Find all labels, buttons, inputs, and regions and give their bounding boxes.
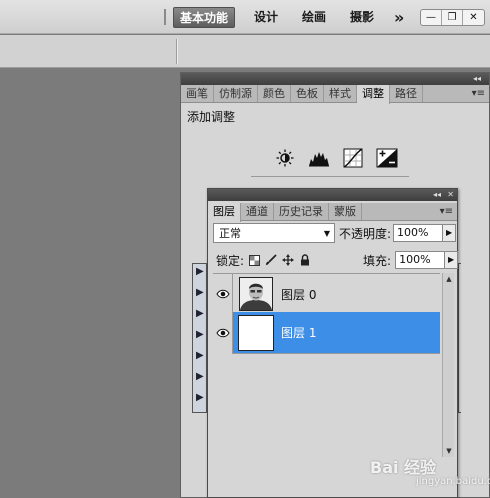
collapsed-panel-strip: ▶ ▶ ▶ ▶ ▶ ▶ ▶ <box>192 263 207 413</box>
options-separator <box>176 39 177 64</box>
restore-button[interactable]: ❐ <box>442 10 463 25</box>
options-bar <box>0 35 490 68</box>
layers-scrollbar[interactable]: ▲ ▼ <box>442 273 454 457</box>
tab-history[interactable]: 历史记录 <box>274 203 329 220</box>
tab-color[interactable]: 颜色 <box>258 85 291 102</box>
blend-mode-value: 正常 <box>219 227 241 240</box>
expand-arrow-icon[interactable]: ▶ <box>196 329 204 340</box>
opacity-slider-arrow-icon[interactable]: ▶ <box>442 224 457 242</box>
watermark-text: Bai 经验 <box>370 458 437 477</box>
collapsed-panel-strip-right <box>458 263 461 413</box>
lock-label: 锁定: <box>216 253 245 268</box>
fill-input[interactable]: 100% ▶ <box>395 251 459 269</box>
minimize-button[interactable]: — <box>421 10 442 25</box>
lock-transparent-icon[interactable] <box>248 254 260 266</box>
adjustment-icons <box>273 148 399 168</box>
tab-layers[interactable]: 图层 <box>208 203 241 222</box>
eye-icon[interactable] <box>213 273 233 315</box>
blend-row: 正常 ▼ 不透明度: 100% ▶ <box>213 223 462 243</box>
close-button[interactable]: ✕ <box>463 10 484 25</box>
opacity-value: 100% <box>397 226 429 239</box>
opacity-input[interactable]: 100% ▶ <box>393 224 457 242</box>
workspace-bar: 基本功能 设计 绘画 摄影 » — ❐ ✕ <box>0 0 490 34</box>
collapse-icon[interactable]: ◂◂ <box>473 73 481 85</box>
adjustments-divider <box>251 176 409 177</box>
tab-channels[interactable]: 通道 <box>241 203 274 220</box>
expand-arrow-icon[interactable]: ▶ <box>196 287 204 298</box>
layers-panel-titlebar[interactable]: ◂◂ ✕ <box>208 189 457 201</box>
workspace-separator <box>164 9 166 25</box>
tab-swatches[interactable]: 色板 <box>291 85 324 102</box>
exposure-icon[interactable] <box>375 148 399 168</box>
watermark-logo: Bai 经验 jingyan.baidu.com <box>370 454 490 487</box>
tab-clone-source[interactable]: 仿制源 <box>214 85 258 102</box>
panel-menu-icon[interactable]: ▾≡ <box>440 203 453 220</box>
layers-panel-tabs: 图层 通道 历史记录 蒙版 ▾≡ <box>208 203 457 222</box>
levels-icon[interactable] <box>307 148 331 168</box>
workspace-painting[interactable]: 绘画 <box>296 7 332 28</box>
fill-value: 100% <box>399 253 431 266</box>
adjustments-panel-tabs: 画笔 仿制源 颜色 色板 样式 调整 路径 ▾≡ <box>181 85 489 104</box>
panel-menu-icon[interactable]: ▾≡ <box>472 85 485 102</box>
fill-slider-arrow-icon[interactable]: ▶ <box>444 251 459 269</box>
tab-styles[interactable]: 样式 <box>324 85 357 102</box>
collapse-icon[interactable]: ◂◂ <box>433 189 441 201</box>
lock-position-move-icon[interactable] <box>282 254 295 266</box>
opacity-label: 不透明度: <box>339 226 392 241</box>
blend-mode-select[interactable]: 正常 ▼ <box>213 223 335 243</box>
close-icon[interactable]: ✕ <box>447 189 454 201</box>
expand-arrow-icon[interactable]: ▶ <box>196 371 204 382</box>
expand-arrow-icon[interactable]: ▶ <box>196 266 204 277</box>
layer-thumbnail-photo <box>239 277 273 311</box>
expand-arrow-icon[interactable]: ▶ <box>196 392 204 403</box>
tab-masks[interactable]: 蒙版 <box>329 203 362 220</box>
lock-pixels-brush-icon[interactable] <box>265 254 277 266</box>
layer-row-selected[interactable]: 图层 1 <box>213 311 440 354</box>
layer-thumbnail-blank <box>238 314 274 351</box>
expand-arrow-icon[interactable]: ▶ <box>196 308 204 319</box>
tab-adjustments[interactable]: 调整 <box>357 85 390 104</box>
layers-panel: ◂◂ ✕ 图层 通道 历史记录 蒙版 ▾≡ 正常 ▼ 不透明度: 100% ▶ … <box>207 188 459 498</box>
watermark-subtext: jingyan.baidu.com <box>416 476 490 487</box>
tab-paths[interactable]: 路径 <box>390 85 423 102</box>
workspace-essentials[interactable]: 基本功能 <box>173 7 236 28</box>
tab-brushes[interactable]: 画笔 <box>181 85 214 102</box>
brightness-icon[interactable] <box>273 148 297 168</box>
eye-icon[interactable] <box>213 311 233 354</box>
chevron-down-icon: ▼ <box>323 229 330 238</box>
fill-label: 填充: <box>363 253 392 268</box>
lock-all-icon[interactable] <box>299 254 311 266</box>
window-controls: — ❐ ✕ <box>420 9 485 26</box>
lock-row: 锁定: 填充: 100% ▶ <box>216 251 465 269</box>
layer-name[interactable]: 图层 0 <box>281 286 316 303</box>
layer-name[interactable]: 图层 1 <box>281 324 316 341</box>
lock-icons <box>248 254 311 266</box>
workspace-photography[interactable]: 摄影 <box>344 7 380 28</box>
adjustments-panel-titlebar[interactable]: ◂◂ <box>181 73 489 85</box>
scroll-up-icon[interactable]: ▲ <box>443 273 455 285</box>
workspace-design[interactable]: 设计 <box>248 7 284 28</box>
layer-row[interactable]: 图层 0 <box>213 273 440 315</box>
expand-arrow-icon[interactable]: ▶ <box>196 350 204 361</box>
adjustments-title: 添加调整 <box>187 110 236 124</box>
curves-icon[interactable] <box>341 148 365 168</box>
workspace-more-button[interactable]: » <box>388 7 407 28</box>
